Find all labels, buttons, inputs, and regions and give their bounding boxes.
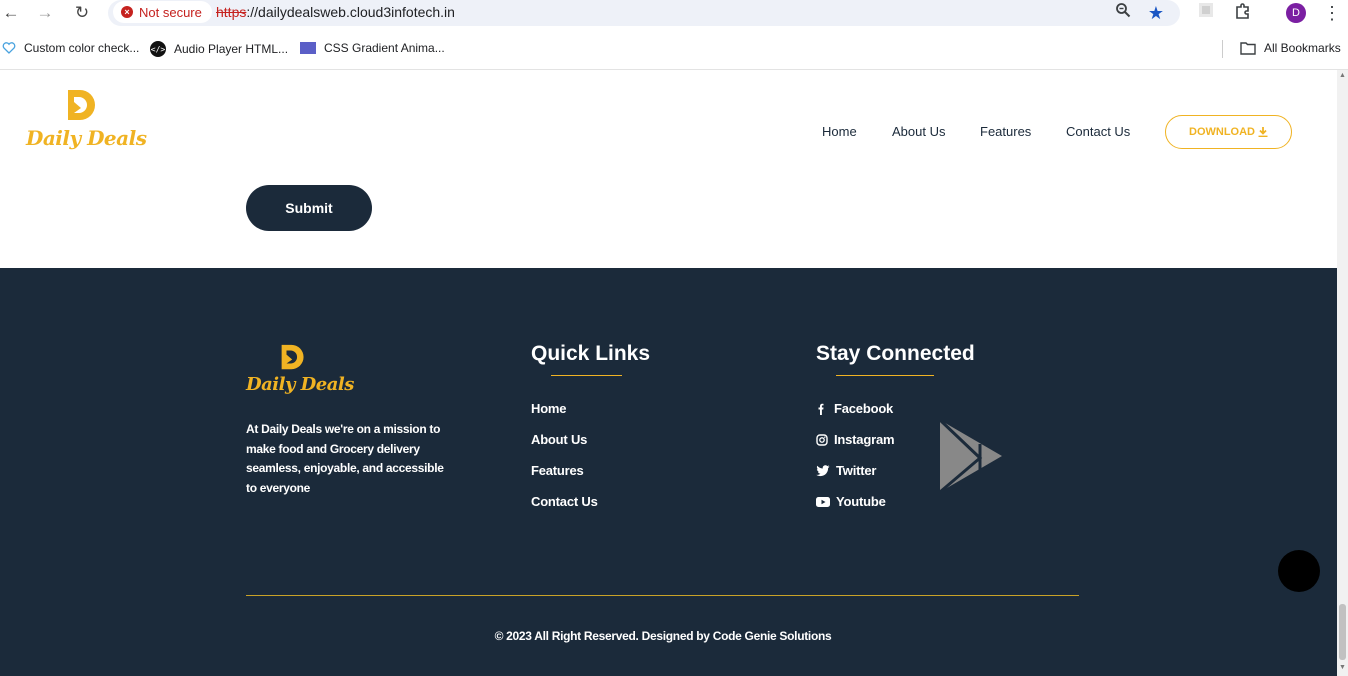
bookmarks-divider bbox=[1222, 40, 1223, 58]
copyright-text: © 2023 All Right Reserved. Designed by C… bbox=[0, 629, 1326, 643]
submit-button[interactable]: Submit bbox=[246, 185, 372, 231]
footer-divider bbox=[246, 595, 1079, 596]
stay-connected-heading: Stay Connected bbox=[816, 342, 975, 365]
bookmark-item-2[interactable]: CSS Gradient Anima... bbox=[300, 41, 445, 55]
bookmark-item-1[interactable]: </> Audio Player HTML... bbox=[150, 41, 288, 57]
code-icon: </> bbox=[150, 41, 166, 57]
twitter-icon bbox=[816, 464, 830, 476]
google-play-icon[interactable] bbox=[936, 418, 1006, 494]
bookmark-star-icon[interactable]: ★ bbox=[1145, 2, 1167, 24]
extension-puzzle-placeholder-icon[interactable] bbox=[1195, 2, 1217, 24]
logo-mark-icon bbox=[68, 90, 95, 120]
site-header: Daily Deals Home About Us Features Conta… bbox=[0, 70, 1337, 268]
scroll-thumb[interactable] bbox=[1339, 604, 1346, 660]
zoom-icon[interactable] bbox=[1112, 2, 1134, 24]
instagram-icon bbox=[816, 433, 828, 446]
site-logo[interactable]: Daily Deals bbox=[26, 88, 147, 154]
extensions-icon[interactable] bbox=[1232, 2, 1254, 24]
footer-logo[interactable]: Daily Deals bbox=[246, 342, 354, 400]
facebook-icon bbox=[818, 403, 824, 415]
all-bookmarks[interactable]: All Bookmarks bbox=[1240, 41, 1341, 55]
social-instagram[interactable]: Instagram bbox=[816, 432, 895, 447]
site-footer: Daily Deals At Daily Deals we're on a mi… bbox=[0, 268, 1337, 676]
profile-avatar[interactable]: D bbox=[1286, 3, 1306, 23]
social-label: Facebook bbox=[834, 401, 894, 416]
nav-about-us[interactable]: About Us bbox=[892, 124, 945, 139]
nav-home[interactable]: Home bbox=[822, 124, 857, 139]
stay-connected-underline bbox=[836, 375, 934, 376]
url-text[interactable]: https://dailydealsweb.cloud3infotech.in bbox=[216, 4, 455, 20]
bookmark-label: CSS Gradient Anima... bbox=[324, 41, 445, 55]
footer-about-text: At Daily Deals we're on a mission to mak… bbox=[246, 422, 444, 495]
all-bookmarks-label: All Bookmarks bbox=[1264, 41, 1341, 55]
footer-link-home[interactable]: Home bbox=[531, 401, 567, 416]
footer-link-contact-us[interactable]: Contact Us bbox=[531, 494, 598, 509]
forward-arrow-icon[interactable]: → bbox=[34, 2, 56, 24]
social-twitter[interactable]: Twitter bbox=[816, 463, 876, 478]
gradient-icon bbox=[300, 42, 316, 54]
footer-link-about-us[interactable]: About Us bbox=[531, 432, 587, 447]
svg-text:</>: </> bbox=[151, 45, 166, 54]
web-page: Daily Deals Home About Us Features Conta… bbox=[0, 70, 1337, 676]
social-label: Instagram bbox=[834, 432, 895, 447]
security-label: Not secure bbox=[139, 4, 202, 20]
warning-icon: × bbox=[121, 6, 133, 18]
back-arrow-icon[interactable]: ← bbox=[0, 2, 22, 24]
url-scheme: https bbox=[216, 4, 247, 20]
bookmarks-bar: Custom color check... </> Audio Player H… bbox=[0, 28, 1348, 70]
reload-icon[interactable]: ↻ bbox=[71, 2, 93, 24]
social-facebook[interactable]: Facebook bbox=[816, 401, 893, 416]
download-icon bbox=[1258, 127, 1268, 137]
quick-links-heading: Quick Links bbox=[531, 342, 651, 365]
scroll-up-arrow-icon[interactable]: ▲ bbox=[1339, 72, 1346, 79]
browser-toolbar: ← → ↻ × Not secure https://dailydealsweb… bbox=[0, 0, 1348, 28]
scroll-down-arrow-icon[interactable]: ▼ bbox=[1339, 664, 1346, 671]
more-menu-icon[interactable]: ⋮ bbox=[1321, 2, 1343, 24]
logo-mark-icon bbox=[281, 344, 304, 370]
youtube-icon bbox=[816, 496, 830, 507]
page-scrollbar[interactable]: ▲ ▼ bbox=[1337, 70, 1348, 676]
logo-text: Daily Deals bbox=[26, 126, 147, 150]
footer-logo-text: Daily Deals bbox=[246, 374, 354, 395]
copyright-company[interactable]: Code Genie Solutions bbox=[713, 629, 832, 643]
nav-features[interactable]: Features bbox=[980, 124, 1031, 139]
bookmark-label: Audio Player HTML... bbox=[174, 42, 289, 56]
footer-link-features[interactable]: Features bbox=[531, 463, 584, 478]
bookmark-item-0[interactable]: Custom color check... bbox=[2, 41, 139, 55]
social-label: Twitter bbox=[836, 463, 877, 478]
social-youtube[interactable]: Youtube bbox=[816, 494, 886, 509]
nav-contact-us[interactable]: Contact Us bbox=[1066, 124, 1130, 139]
heart-icon bbox=[2, 42, 16, 54]
social-label: Youtube bbox=[836, 494, 886, 509]
chat-widget-button[interactable] bbox=[1278, 550, 1320, 592]
folder-icon bbox=[1240, 42, 1256, 55]
download-label: DOWNLOAD bbox=[1189, 126, 1255, 138]
security-chip[interactable]: × Not secure bbox=[113, 1, 212, 23]
download-button[interactable]: DOWNLOAD bbox=[1165, 115, 1292, 149]
quick-links-underline bbox=[551, 375, 622, 376]
copyright-prefix: © 2023 All Right Reserved. Designed by bbox=[494, 629, 710, 643]
url-host: ://dailydealsweb.cloud3infotech.in bbox=[246, 4, 455, 20]
bookmark-label: Custom color check... bbox=[24, 41, 140, 55]
address-bar[interactable]: × Not secure https://dailydealsweb.cloud… bbox=[108, 0, 1180, 26]
